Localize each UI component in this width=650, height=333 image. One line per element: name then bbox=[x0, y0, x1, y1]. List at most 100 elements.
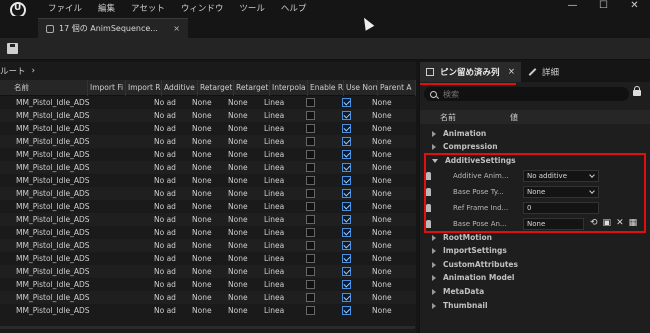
menu-asset[interactable]: アセット bbox=[123, 2, 173, 14]
use-normalized-checkbox[interactable] bbox=[342, 202, 351, 211]
use-normalized-checkbox[interactable] bbox=[342, 189, 351, 198]
category-compression[interactable]: Compression bbox=[420, 140, 650, 153]
enable-root-checkbox[interactable] bbox=[306, 267, 315, 276]
enable-root-checkbox[interactable] bbox=[306, 163, 315, 172]
additive-cell: No ad bbox=[154, 293, 176, 302]
use-normalized-checkbox[interactable] bbox=[342, 98, 351, 107]
column-header-retarget-2[interactable]: Retarget bbox=[234, 79, 270, 96]
enable-root-checkbox[interactable] bbox=[306, 176, 315, 185]
enable-root-checkbox[interactable] bbox=[306, 124, 315, 133]
table-row[interactable]: MM_Pistol_Idle_ADS No ad None None Linea None bbox=[0, 96, 416, 109]
table-row[interactable]: MM_Pistol_Idle_ADS No ad None None Linea None bbox=[0, 187, 416, 200]
column-header-retarget-1[interactable]: Retarget bbox=[198, 79, 234, 96]
enable-root-checkbox[interactable] bbox=[306, 150, 315, 159]
enable-root-checkbox[interactable] bbox=[306, 228, 315, 237]
horizontal-scrollbar[interactable] bbox=[0, 326, 415, 329]
enable-root-checkbox[interactable] bbox=[306, 306, 315, 315]
close-window-button[interactable]: ✕ bbox=[619, 0, 650, 11]
column-header-parent-asset[interactable]: Parent A bbox=[378, 79, 416, 96]
use-normalized-checkbox[interactable] bbox=[342, 111, 351, 120]
breadcrumb-root[interactable]: ルート bbox=[0, 65, 26, 77]
category-import-settings[interactable]: ImportSettings bbox=[420, 244, 650, 257]
retarget-2-cell: None bbox=[228, 267, 248, 276]
maximize-button[interactable]: ☐ bbox=[588, 0, 619, 11]
search-box[interactable] bbox=[424, 87, 629, 101]
enable-root-checkbox[interactable] bbox=[306, 280, 315, 289]
use-normalized-checkbox[interactable] bbox=[342, 176, 351, 185]
category-metadata[interactable]: MetaData bbox=[420, 285, 650, 298]
column-header-use-normalized[interactable]: Use Norr bbox=[344, 79, 378, 96]
use-normalized-checkbox[interactable] bbox=[342, 267, 351, 276]
table-row[interactable]: MM_Pistol_Idle_ADS No ad None None Linea None bbox=[0, 291, 416, 304]
column-header-interpolation[interactable]: Interpola bbox=[270, 79, 308, 96]
enable-root-checkbox[interactable] bbox=[306, 98, 315, 107]
category-custom-attributes[interactable]: CustomAttributes bbox=[420, 258, 650, 271]
category-animation[interactable]: Animation bbox=[420, 127, 650, 140]
additive-cell: No ad bbox=[154, 228, 176, 237]
highlight-box bbox=[424, 153, 646, 233]
enable-root-checkbox[interactable] bbox=[306, 241, 315, 250]
save-icon[interactable] bbox=[7, 43, 18, 54]
table-row[interactable]: MM_Pistol_Idle_ADS No ad None None Linea None bbox=[0, 148, 416, 161]
menu-help[interactable]: ヘルプ bbox=[273, 2, 315, 14]
use-normalized-checkbox[interactable] bbox=[342, 228, 351, 237]
tab-pinned-close-icon[interactable]: × bbox=[508, 67, 515, 77]
table-row[interactable]: MM_Pistol_Idle_ADS No ad None None Linea None bbox=[0, 226, 416, 239]
table-row[interactable]: MM_Pistol_Idle_ADS No ad None None Linea None bbox=[0, 265, 416, 278]
enable-root-checkbox[interactable] bbox=[306, 254, 315, 263]
breadcrumb-chevron-icon[interactable]: › bbox=[32, 66, 36, 76]
use-normalized-checkbox[interactable] bbox=[342, 137, 351, 146]
enable-root-checkbox[interactable] bbox=[306, 189, 315, 198]
enable-root-checkbox[interactable] bbox=[306, 215, 315, 224]
additive-cell: No ad bbox=[154, 150, 176, 159]
lock-icon[interactable] bbox=[633, 86, 641, 96]
use-normalized-checkbox[interactable] bbox=[342, 280, 351, 289]
table-row[interactable]: MM_Pistol_Idle_ADS No ad None None Linea None bbox=[0, 161, 416, 174]
column-header-additive[interactable]: Additive bbox=[162, 79, 198, 96]
table-row[interactable]: MM_Pistol_Idle_ADS No ad None None Linea None bbox=[0, 252, 416, 265]
enable-root-checkbox[interactable] bbox=[306, 202, 315, 211]
use-normalized-checkbox[interactable] bbox=[342, 241, 351, 250]
tab-details[interactable]: 詳細 bbox=[528, 62, 559, 82]
use-normalized-checkbox[interactable] bbox=[342, 254, 351, 263]
table-row[interactable]: MM_Pistol_Idle_ADS No ad None None Linea None bbox=[0, 109, 416, 122]
column-header-name[interactable]: 名前 bbox=[0, 79, 88, 96]
expand-arrow-icon bbox=[432, 247, 436, 254]
use-normalized-checkbox[interactable] bbox=[342, 293, 351, 302]
table-row[interactable]: MM_Pistol_Idle_ADS No ad None None Linea None bbox=[0, 200, 416, 213]
use-normalized-checkbox[interactable] bbox=[342, 306, 351, 315]
interpolation-cell: Linea bbox=[264, 293, 285, 302]
asset-name-cell: MM_Pistol_Idle_ADS bbox=[16, 163, 90, 172]
column-header-import-file[interactable]: Import Fi bbox=[88, 79, 126, 96]
use-normalized-checkbox[interactable] bbox=[342, 124, 351, 133]
table-row[interactable]: MM_Pistol_Idle_ADS No ad None None Linea None bbox=[0, 278, 416, 291]
enable-root-checkbox[interactable] bbox=[306, 111, 315, 120]
table-row[interactable]: MM_Pistol_Idle_ADS No ad None None Linea None bbox=[0, 174, 416, 187]
use-normalized-checkbox[interactable] bbox=[342, 163, 351, 172]
table-row[interactable]: MM_Pistol_Idle_ADS No ad None None Linea None bbox=[0, 239, 416, 252]
tab-pinned-columns[interactable]: ピン留め済み列 × bbox=[420, 62, 521, 82]
search-input[interactable] bbox=[443, 89, 613, 99]
menu-window[interactable]: ウィンドウ bbox=[173, 2, 232, 14]
minimize-button[interactable]: — bbox=[557, 0, 588, 11]
column-header-import-r[interactable]: Import R bbox=[126, 79, 162, 96]
menu-edit[interactable]: 編集 bbox=[90, 2, 123, 14]
table-row[interactable]: MM_Pistol_Idle_ADS No ad None None Linea None bbox=[0, 213, 416, 226]
menu-file[interactable]: ファイル bbox=[40, 2, 90, 14]
anim-sequence-icon bbox=[46, 24, 54, 33]
document-tab-close-icon[interactable]: × bbox=[173, 24, 180, 33]
table-row[interactable]: MM_Pistol_Idle_ADS No ad None None Linea None bbox=[0, 135, 416, 148]
menu-tools[interactable]: ツール bbox=[231, 2, 273, 14]
column-header-enable-root[interactable]: Enable R bbox=[308, 79, 344, 96]
table-row[interactable]: MM_Pistol_Idle_ADS No ad None None Linea None bbox=[0, 122, 416, 135]
table-row[interactable]: MM_Pistol_Idle_ADS No ad None None Linea None bbox=[0, 304, 416, 317]
document-tab[interactable]: 17 個の AnimSequence... × bbox=[38, 18, 188, 38]
enable-root-checkbox[interactable] bbox=[306, 137, 315, 146]
category-animation-model[interactable]: Animation Model bbox=[420, 271, 650, 284]
enable-root-checkbox[interactable] bbox=[306, 293, 315, 302]
use-normalized-checkbox[interactable] bbox=[342, 215, 351, 224]
use-normalized-checkbox[interactable] bbox=[342, 150, 351, 159]
use-normalized-cell bbox=[336, 239, 370, 252]
category-thumbnail[interactable]: Thumbnail bbox=[420, 299, 650, 312]
interpolation-cell: Linea bbox=[264, 189, 285, 198]
